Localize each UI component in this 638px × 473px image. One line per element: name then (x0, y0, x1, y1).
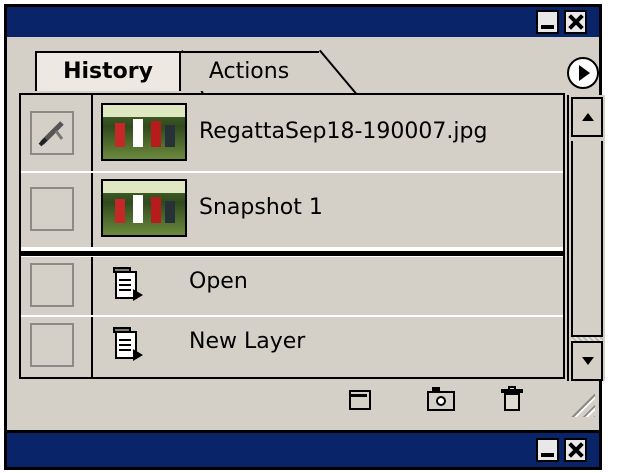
new-document-from-state-icon[interactable] (347, 386, 375, 412)
tab-divider (319, 49, 358, 96)
scroll-down-icon[interactable] (571, 341, 603, 381)
history-state-label: Open (189, 269, 248, 294)
history-scrollbar[interactable] (567, 95, 605, 381)
tab-history[interactable]: History (35, 51, 181, 91)
history-state-label: New Layer (189, 329, 306, 354)
tab-history-label: History (63, 59, 153, 84)
history-state-row[interactable]: New Layer (21, 317, 563, 377)
create-snapshot-icon[interactable] (427, 386, 455, 412)
close-icon[interactable] (564, 10, 587, 34)
history-brush-source-checkbox[interactable] (30, 263, 74, 307)
play-circle-icon[interactable] (567, 57, 599, 89)
history-list: RegattaSep18-190007.jpg Snapshot 1 Open (19, 93, 605, 381)
scroll-thumb[interactable] (571, 141, 603, 337)
scroll-up-icon[interactable] (571, 97, 603, 137)
history-brush-source-icon[interactable] (30, 111, 74, 155)
snapshot-label: Snapshot 1 (199, 195, 323, 220)
history-state-row[interactable]: Open (21, 257, 563, 315)
minimize-icon[interactable] (536, 438, 559, 462)
snapshot-thumbnail (101, 179, 187, 237)
history-state-icon (113, 267, 145, 303)
snapshot-row[interactable]: RegattaSep18-190007.jpg (21, 95, 563, 171)
next-panel-titlebar[interactable] (4, 430, 602, 470)
tab-actions-label: Actions (208, 59, 290, 84)
snapshot-separator (21, 251, 563, 256)
minimize-icon[interactable] (536, 10, 559, 34)
history-panel: History Actions RegattaSep18-190007.jpg (4, 37, 605, 430)
close-icon[interactable] (564, 438, 587, 462)
history-brush-source-checkbox[interactable] (30, 323, 74, 367)
panel-titlebar[interactable] (4, 4, 602, 40)
snapshot-label: RegattaSep18-190007.jpg (199, 119, 488, 144)
snapshot-thumbnail (101, 103, 187, 161)
history-brush-source-checkbox[interactable] (30, 187, 74, 231)
tab-actions[interactable]: Actions (179, 51, 319, 91)
delete-state-icon[interactable] (499, 386, 527, 412)
resize-grip-icon[interactable] (569, 391, 595, 417)
history-state-icon (113, 327, 145, 363)
snapshot-row[interactable]: Snapshot 1 (21, 173, 563, 247)
